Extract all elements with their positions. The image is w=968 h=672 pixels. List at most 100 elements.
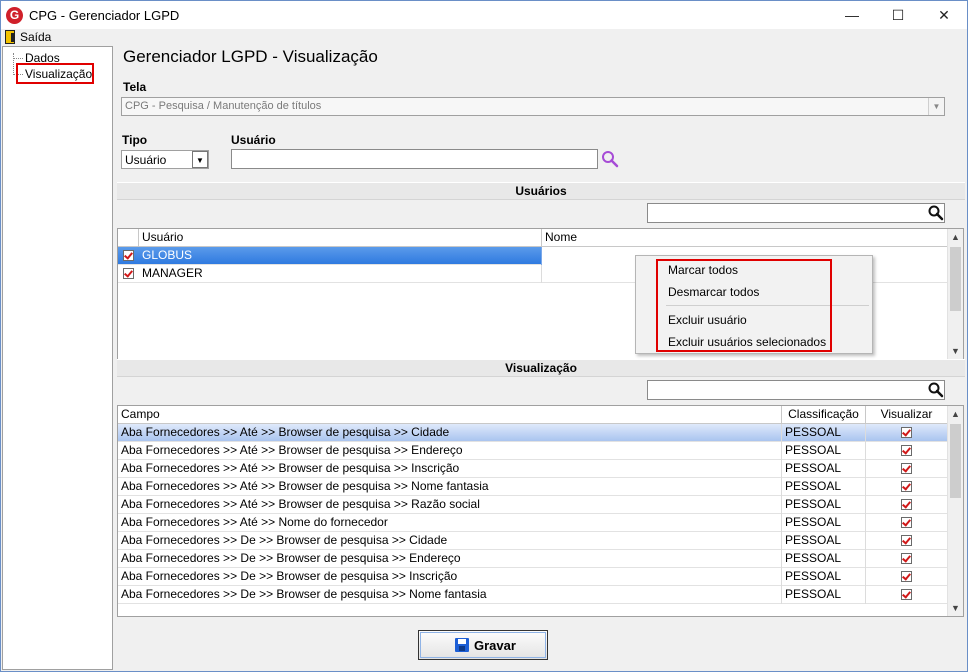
tree-connector bbox=[13, 58, 23, 59]
view-search-input[interactable] bbox=[647, 380, 945, 400]
cell-classificacao: PESSOAL bbox=[782, 568, 866, 586]
view-section-header: Visualização bbox=[117, 359, 965, 377]
cell-usuario: MANAGER bbox=[139, 265, 542, 283]
visualizar-checkbox[interactable] bbox=[901, 589, 912, 600]
cell-visualizar bbox=[866, 532, 948, 550]
window-title: CPG - Gerenciador LGPD bbox=[29, 8, 180, 23]
cell-visualizar bbox=[866, 514, 948, 532]
cell-visualizar bbox=[866, 496, 948, 514]
column-header-campo[interactable]: Campo bbox=[118, 406, 782, 424]
app-logo-icon: G bbox=[6, 7, 23, 24]
cell-campo: Aba Fornecedores >> De >> Browser de pes… bbox=[118, 532, 782, 550]
table-row[interactable]: Aba Fornecedores >> Até >> Browser de pe… bbox=[118, 442, 948, 460]
usuario-input[interactable] bbox=[231, 149, 598, 169]
floppy-disk-icon bbox=[455, 638, 469, 652]
row-checkbox[interactable] bbox=[123, 268, 134, 279]
chevron-down-icon: ▼ bbox=[928, 98, 944, 115]
table-row[interactable]: Aba Fornecedores >> De >> Browser de pes… bbox=[118, 586, 948, 604]
cell-classificacao: PESSOAL bbox=[782, 496, 866, 514]
navigation-tree: Dados Visualização bbox=[2, 46, 113, 670]
cell-classificacao: PESSOAL bbox=[782, 586, 866, 604]
scroll-down-icon[interactable]: ▼ bbox=[948, 600, 963, 616]
column-header-visualizar[interactable]: Visualizar bbox=[866, 406, 948, 424]
highlight-box bbox=[16, 63, 94, 84]
scroll-down-icon[interactable]: ▼ bbox=[948, 343, 963, 359]
scroll-up-icon[interactable]: ▲ bbox=[948, 406, 963, 422]
visualizar-checkbox[interactable] bbox=[901, 571, 912, 582]
minimize-button[interactable]: — bbox=[829, 1, 875, 30]
cell-classificacao: PESSOAL bbox=[782, 478, 866, 496]
cell-usuario: GLOBUS bbox=[139, 247, 542, 265]
table-row[interactable]: Aba Fornecedores >> Até >> Browser de pe… bbox=[118, 424, 948, 442]
chevron-down-icon: ▼ bbox=[192, 151, 208, 168]
table-row[interactable]: Aba Fornecedores >> Até >> Browser de pe… bbox=[118, 496, 948, 514]
cell-visualizar bbox=[866, 568, 948, 586]
row-checkbox[interactable] bbox=[123, 250, 134, 261]
table-row[interactable]: Aba Fornecedores >> Até >> Browser de pe… bbox=[118, 460, 948, 478]
tipo-label: Tipo bbox=[122, 133, 148, 147]
tela-select[interactable]: CPG - Pesquisa / Manutenção de títulos ▼ bbox=[121, 97, 945, 116]
cell-visualizar bbox=[866, 424, 948, 442]
tela-select-value: CPG - Pesquisa / Manutenção de títulos bbox=[125, 100, 322, 112]
tree-connector bbox=[13, 53, 14, 75]
cell-campo: Aba Fornecedores >> Até >> Browser de pe… bbox=[118, 424, 782, 442]
save-button-label: Gravar bbox=[474, 638, 516, 653]
column-header-usuario[interactable]: Usuário bbox=[139, 229, 542, 247]
tipo-select[interactable]: Usuário ▼ bbox=[121, 150, 209, 169]
menu-item-exit[interactable]: Saída bbox=[20, 30, 51, 44]
scroll-thumb[interactable] bbox=[950, 247, 961, 311]
cell-campo: Aba Fornecedores >> De >> Browser de pes… bbox=[118, 568, 782, 586]
checkbox-column-header bbox=[118, 229, 139, 247]
users-scrollbar[interactable]: ▲ ▼ bbox=[947, 229, 963, 359]
visualizar-checkbox[interactable] bbox=[901, 427, 912, 438]
scroll-thumb[interactable] bbox=[950, 424, 961, 498]
view-scrollbar[interactable]: ▲ ▼ bbox=[947, 406, 963, 616]
visualizar-checkbox[interactable] bbox=[901, 499, 912, 510]
cell-classificacao: PESSOAL bbox=[782, 550, 866, 568]
cell-campo: Aba Fornecedores >> Até >> Browser de pe… bbox=[118, 478, 782, 496]
view-grid: Campo Classificação Visualizar Aba Forne… bbox=[117, 405, 964, 617]
title-bar: G CPG - Gerenciador LGPD — ☐ ✕ bbox=[0, 0, 968, 30]
column-header-nome[interactable]: Nome bbox=[542, 229, 948, 247]
usuario-label: Usuário bbox=[231, 133, 276, 147]
search-icon[interactable] bbox=[927, 381, 945, 399]
cell-classificacao: PESSOAL bbox=[782, 442, 866, 460]
cell-campo: Aba Fornecedores >> Até >> Browser de pe… bbox=[118, 496, 782, 514]
table-row[interactable]: Aba Fornecedores >> Até >> Browser de pe… bbox=[118, 478, 948, 496]
table-row[interactable]: Aba Fornecedores >> Até >> Nome do forne… bbox=[118, 514, 948, 532]
table-row[interactable]: Aba Fornecedores >> De >> Browser de pes… bbox=[118, 532, 948, 550]
highlight-box bbox=[656, 259, 832, 352]
cell-visualizar bbox=[866, 460, 948, 478]
visualizar-checkbox[interactable] bbox=[901, 535, 912, 546]
maximize-button[interactable]: ☐ bbox=[875, 1, 921, 30]
cell-classificacao: PESSOAL bbox=[782, 460, 866, 478]
tipo-select-value: Usuário bbox=[125, 153, 167, 167]
cell-campo: Aba Fornecedores >> De >> Browser de pes… bbox=[118, 586, 782, 604]
page-title: Gerenciador LGPD - Visualização bbox=[123, 47, 378, 66]
cell-classificacao: PESSOAL bbox=[782, 424, 866, 442]
search-icon[interactable] bbox=[927, 204, 945, 222]
cell-campo: Aba Fornecedores >> Até >> Browser de pe… bbox=[118, 460, 782, 478]
cell-visualizar bbox=[866, 478, 948, 496]
visualizar-checkbox[interactable] bbox=[901, 481, 912, 492]
cell-visualizar bbox=[866, 442, 948, 460]
users-section-header: Usuários bbox=[117, 182, 965, 200]
menu-bar: Saída bbox=[0, 29, 968, 46]
search-icon[interactable] bbox=[601, 150, 619, 168]
visualizar-checkbox[interactable] bbox=[901, 463, 912, 474]
visualizar-checkbox[interactable] bbox=[901, 445, 912, 456]
tela-label: Tela bbox=[123, 80, 147, 94]
column-header-classificacao[interactable]: Classificação bbox=[782, 406, 866, 424]
users-grid-header: Usuário Nome bbox=[118, 229, 948, 247]
visualizar-checkbox[interactable] bbox=[901, 517, 912, 528]
visualizar-checkbox[interactable] bbox=[901, 553, 912, 564]
exit-door-icon bbox=[5, 30, 15, 44]
table-row[interactable]: Aba Fornecedores >> De >> Browser de pes… bbox=[118, 568, 948, 586]
save-button[interactable]: Gravar bbox=[418, 630, 548, 660]
users-search-input[interactable] bbox=[647, 203, 945, 223]
scroll-up-icon[interactable]: ▲ bbox=[948, 229, 963, 245]
table-row[interactable]: Aba Fornecedores >> De >> Browser de pes… bbox=[118, 550, 948, 568]
cell-campo: Aba Fornecedores >> Até >> Browser de pe… bbox=[118, 442, 782, 460]
close-button[interactable]: ✕ bbox=[921, 1, 967, 30]
cell-campo: Aba Fornecedores >> Até >> Nome do forne… bbox=[118, 514, 782, 532]
